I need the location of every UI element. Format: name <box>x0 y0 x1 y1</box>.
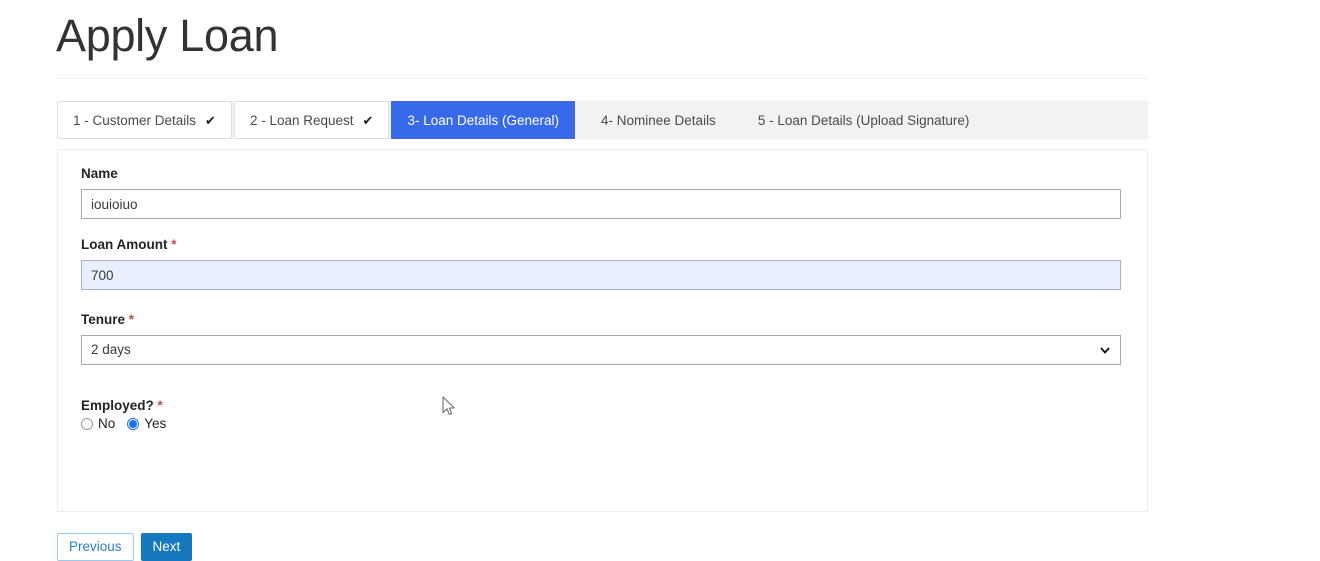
name-input[interactable] <box>81 189 1121 219</box>
tenure-select[interactable]: 2 days <box>81 335 1121 365</box>
tenure-selected-value: 2 days <box>91 342 131 357</box>
step-5-loan-details-upload-signature[interactable]: 5 - Loan Details (Upload Signature) <box>742 101 986 139</box>
radio-checked-icon[interactable] <box>127 418 140 430</box>
check-icon: ✔ <box>205 112 216 128</box>
loan-amount-input[interactable] <box>81 260 1121 290</box>
step-4-nominee-details[interactable]: 4- Nominee Details <box>585 101 732 139</box>
field-loan-amount: Loan Amount * <box>81 236 1121 290</box>
step-2-label: 2 - Loan Request <box>249 112 354 128</box>
field-name: Name <box>81 165 1121 219</box>
page-title: Apply Loan <box>56 10 279 61</box>
employed-label: Employed? * <box>81 397 1121 415</box>
step-4-label: 4- Nominee Details <box>601 112 716 128</box>
employed-option-yes-label: Yes <box>144 416 167 431</box>
step-3-loan-details-general[interactable]: 3- Loan Details (General) <box>391 101 576 139</box>
next-button[interactable]: Next <box>140 533 193 561</box>
tenure-label-text: Tenure <box>81 312 126 327</box>
required-asterisk: * <box>157 398 163 413</box>
step-1-customer-details[interactable]: 1 - Customer Details ✔ <box>57 101 232 139</box>
employed-option-no[interactable]: No <box>81 417 115 431</box>
wizard-step-bar: 1 - Customer Details ✔ 2 - Loan Request … <box>57 101 1148 139</box>
step-2-loan-request[interactable]: 2 - Loan Request ✔ <box>233 101 390 139</box>
field-tenure: Tenure * 2 days <box>81 311 1121 365</box>
field-employed: Employed? * No Yes <box>81 397 1121 431</box>
previous-button[interactable]: Previous <box>57 533 134 561</box>
step-1-label: 1 - Customer Details <box>73 112 197 128</box>
name-label: Name <box>81 166 118 181</box>
tenure-select-wrapper[interactable]: 2 days <box>81 335 1121 365</box>
employed-radio-group: No Yes <box>81 417 1121 431</box>
wizard-footer: Previous Next <box>57 533 193 561</box>
check-icon: ✔ <box>362 112 374 128</box>
employed-option-yes[interactable]: Yes <box>127 417 166 431</box>
form-card: Name Loan Amount * Tenure * 2 days Emplo… <box>57 149 1148 512</box>
employed-option-no-label: No <box>98 416 116 431</box>
step-3-label: 3- Loan Details (General) <box>407 112 560 128</box>
tenure-label: Tenure * <box>81 311 1121 329</box>
loan-amount-label: Loan Amount * <box>81 236 1121 254</box>
required-asterisk: * <box>128 312 135 327</box>
title-divider <box>56 78 1148 79</box>
step-5-label: 5 - Loan Details (Upload Signature) <box>757 112 970 128</box>
loan-amount-label-text: Loan Amount <box>81 237 168 252</box>
radio-unchecked-icon[interactable] <box>81 418 93 430</box>
employed-label-text: Employed? <box>81 398 154 413</box>
required-asterisk: * <box>171 237 177 252</box>
